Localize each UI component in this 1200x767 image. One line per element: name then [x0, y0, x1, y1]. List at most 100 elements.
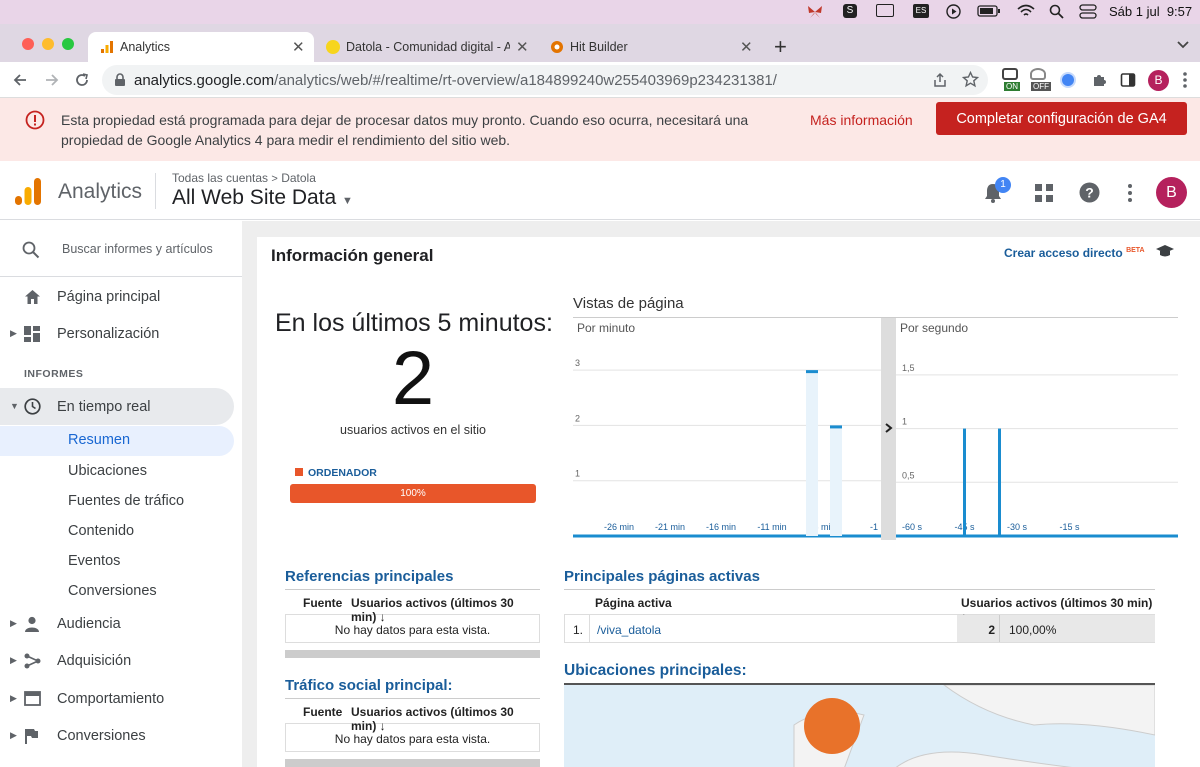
collapse-arrow-icon: ▼: [10, 401, 19, 411]
tab-hit-builder[interactable]: Hit Builder ✕: [540, 32, 762, 62]
beta-badge: BETA: [1126, 247, 1145, 254]
extensions-puzzle-icon[interactable]: [1091, 72, 1107, 88]
page-link[interactable]: /viva_datola: [597, 623, 661, 637]
col-page[interactable]: Página activa: [595, 596, 672, 610]
side-panel-icon[interactable]: [1120, 72, 1136, 88]
url-text[interactable]: analytics.google.com/analytics/web/#/rea…: [134, 72, 777, 89]
sidebar-item-content[interactable]: Contenido: [68, 523, 134, 539]
sidebar-item-customization[interactable]: ▶ Personalización: [0, 316, 234, 352]
sidebar-item-conversions[interactable]: ▶ Conversiones: [0, 718, 234, 754]
bookmark-star-icon[interactable]: [962, 71, 979, 88]
wifi-icon[interactable]: [1017, 4, 1035, 20]
forward-arrow-icon[interactable]: [44, 72, 60, 88]
sidebar-item-acquisition[interactable]: ▶ Adquisición: [0, 643, 234, 679]
help-icon[interactable]: ?: [1079, 182, 1100, 203]
x-tick-label: -15 s: [1059, 522, 1080, 532]
x-tick-label: -11 min: [757, 522, 786, 532]
create-shortcut-link[interactable]: Crear acceso directo BETA: [1004, 246, 1145, 260]
account-avatar[interactable]: B: [1156, 177, 1187, 208]
control-center-icon[interactable]: [1079, 4, 1097, 20]
memory-icon[interactable]: [876, 4, 894, 17]
more-vert-icon[interactable]: [1127, 183, 1133, 203]
deprecation-banner: Esta propiedad está programada para deja…: [0, 98, 1200, 161]
tab-search-chevron-icon[interactable]: [1176, 40, 1190, 50]
breadcrumb[interactable]: Todas las cuentas > Datola: [172, 171, 316, 185]
browser-menu-icon[interactable]: [1182, 71, 1188, 89]
complete-ga4-setup-button[interactable]: Completar configuración de GA4: [936, 102, 1187, 135]
bar[interactable]: [963, 428, 966, 536]
menubar-clock[interactable]: Sáb 1 jul 9:57: [1109, 4, 1192, 19]
s-app-icon[interactable]: S: [843, 4, 857, 18]
referrals-table: Fuente Usuarios activos (últimos 30 min)…: [285, 589, 540, 658]
device-legend-swatch: [295, 468, 303, 476]
chevron-right-icon[interactable]: [884, 422, 894, 434]
map-graphic: [793, 685, 1155, 767]
apps-grid-icon[interactable]: [1034, 183, 1054, 203]
spotlight-search-icon[interactable]: [1049, 4, 1064, 20]
extension-blue-dot-icon[interactable]: [1062, 74, 1074, 86]
property-selector[interactable]: All Web Site Data ▼: [172, 186, 353, 210]
table-row: No hay datos para esta vista.: [285, 615, 540, 643]
horizontal-scrollbar[interactable]: [285, 759, 540, 767]
tab-label: Hit Builder: [570, 40, 628, 54]
sidebar-item-realtime[interactable]: ▼ En tiempo real: [0, 388, 234, 425]
table-header: Fuente Usuarios activos (últimos 30 min)…: [285, 590, 540, 624]
minimize-window-button[interactable]: [42, 38, 54, 50]
y-tick-label: 1: [575, 469, 580, 479]
graduation-cap-icon[interactable]: [1155, 243, 1175, 259]
share-icon[interactable]: [932, 72, 948, 88]
lock-icon[interactable]: [114, 73, 126, 87]
sidebar-item-traffic-sources[interactable]: Fuentes de tráfico: [68, 493, 184, 509]
location-bubble[interactable]: [804, 698, 860, 754]
close-window-button[interactable]: [22, 38, 34, 50]
col-source[interactable]: Fuente: [303, 705, 342, 719]
device-legend-label: ORDENADOR: [308, 467, 377, 479]
tab-close-icon[interactable]: ✕: [516, 38, 529, 56]
extension-off-icon[interactable]: OFF: [1030, 68, 1051, 92]
profile-avatar[interactable]: B: [1148, 70, 1169, 91]
row-users: 2: [988, 623, 995, 637]
zoom-window-button[interactable]: [62, 38, 74, 50]
sidebar-item-events[interactable]: Eventos: [68, 553, 120, 569]
input-source-icon[interactable]: ES: [913, 4, 929, 18]
sidebar-item-locations[interactable]: Ubicaciones: [68, 463, 147, 479]
more-info-link[interactable]: Más información: [810, 112, 913, 128]
flag-icon: [25, 729, 38, 744]
expand-arrow-icon: ▶: [10, 655, 17, 665]
reload-icon[interactable]: [74, 72, 90, 88]
analytics-favicon-icon: [101, 41, 113, 53]
analytics-logo-icon[interactable]: [15, 178, 41, 206]
sidebar-item-behavior[interactable]: ▶ Comportamiento: [0, 681, 234, 717]
back-arrow-icon[interactable]: [12, 72, 28, 88]
tab-datola[interactable]: Datola - Comunidad digital - A ✕: [316, 32, 538, 62]
col-source[interactable]: Fuente: [303, 596, 342, 610]
notifications-bell-icon[interactable]: 1: [983, 177, 1011, 204]
address-bar[interactable]: analytics.google.com/analytics/web/#/rea…: [102, 65, 988, 95]
extension-on-icon[interactable]: ON: [1002, 68, 1022, 92]
header-divider: [155, 173, 156, 209]
sidebar-item-audience[interactable]: ▶ Audiencia: [0, 606, 234, 642]
bar-cap: [830, 425, 842, 429]
play-circle-icon[interactable]: [946, 4, 961, 20]
battery-icon[interactable]: [977, 4, 1001, 20]
sidebar-item-rt-conversions[interactable]: Conversiones: [68, 583, 157, 599]
tab-analytics[interactable]: Analytics ✕: [88, 32, 314, 62]
tab-close-icon[interactable]: ✕: [292, 38, 305, 56]
notification-badge: 1: [995, 177, 1011, 193]
active-users-label: usuarios activos en el sitio: [340, 423, 486, 437]
tab-close-icon[interactable]: ✕: [740, 38, 753, 56]
horizontal-scrollbar[interactable]: [285, 650, 540, 658]
sidebar-item-overview[interactable]: Resumen: [0, 426, 234, 456]
sidebar-search[interactable]: Buscar informes y artículos: [0, 221, 242, 277]
app-title: Analytics: [58, 180, 143, 203]
bar[interactable]: [998, 428, 1001, 536]
locations-map[interactable]: [564, 683, 1155, 767]
butterfly-icon[interactable]: [806, 4, 824, 20]
expand-arrow-icon: ▶: [10, 328, 17, 338]
chart-splitter[interactable]: [881, 318, 896, 540]
acquisition-icon: [24, 653, 41, 669]
search-input[interactable]: Buscar informes y artículos: [62, 242, 213, 256]
new-tab-button[interactable]: +: [774, 34, 787, 60]
sidebar-item-home[interactable]: Página principal: [0, 279, 234, 315]
y-tick-label: 1: [902, 417, 907, 427]
